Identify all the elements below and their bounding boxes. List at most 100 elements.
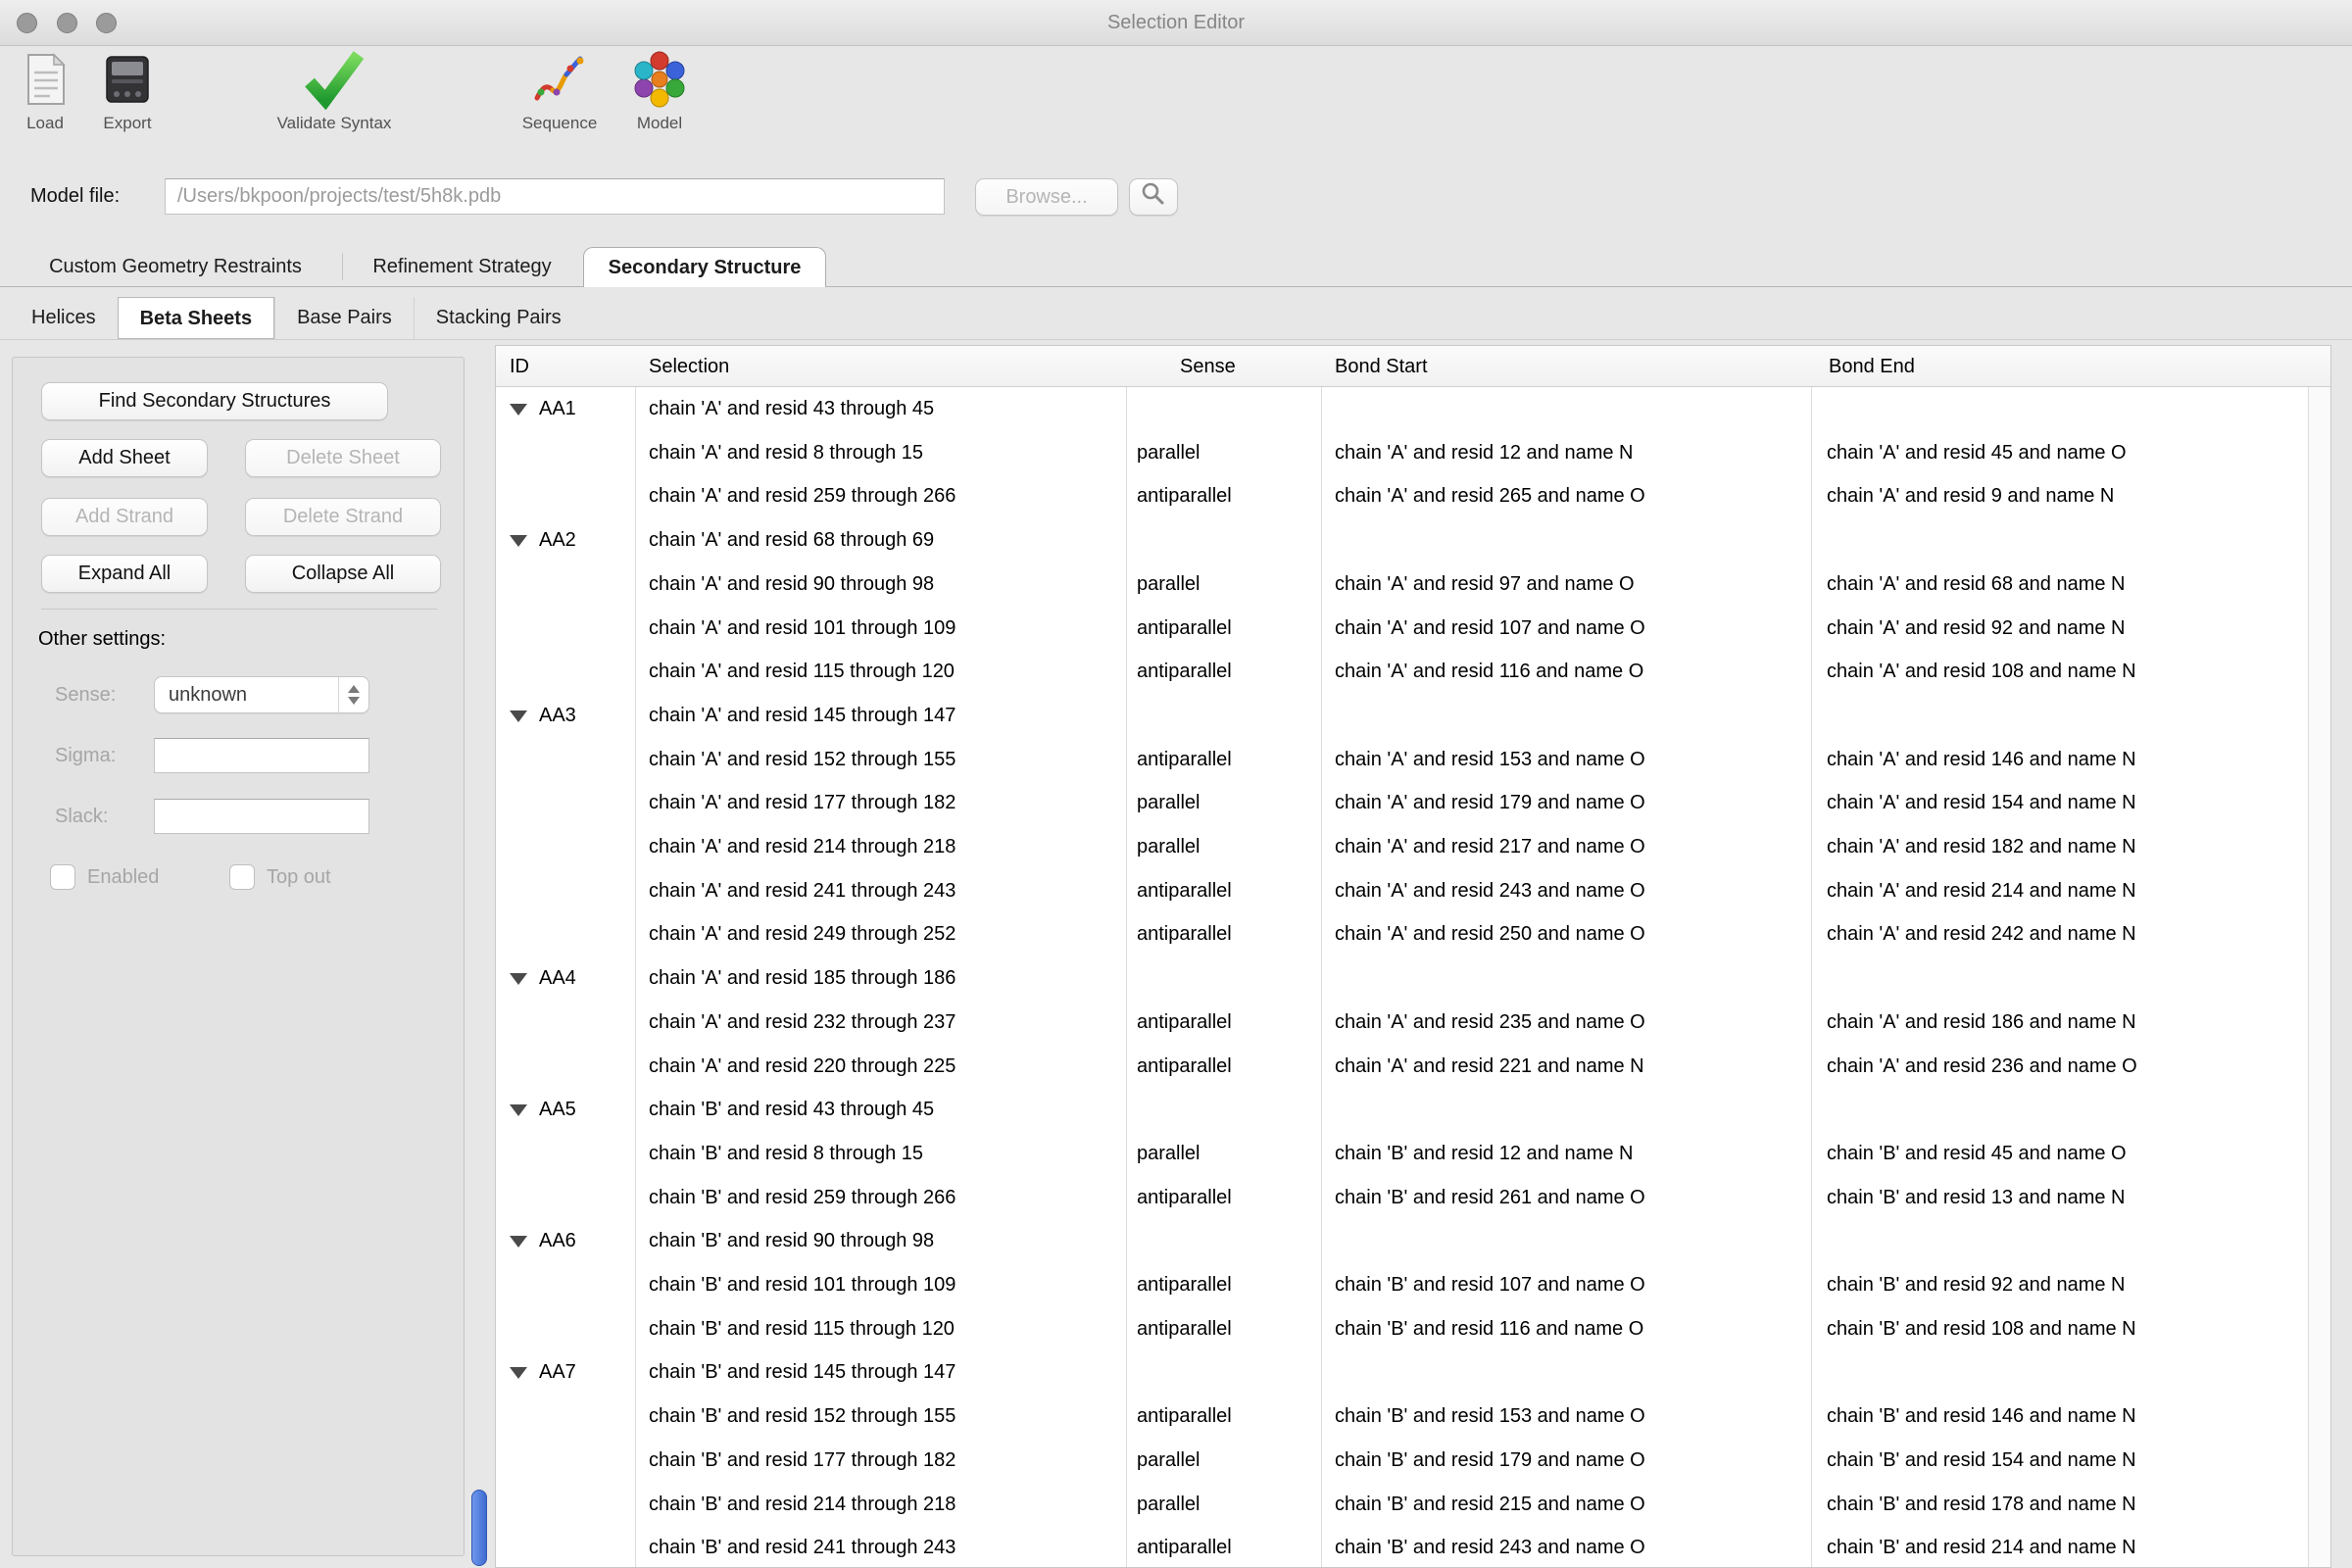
disclosure-triangle-icon[interactable] [510, 404, 527, 416]
table-row[interactable]: AA7chain 'B' and resid 145 through 147 [496, 1350, 2309, 1395]
cell-selection: chain 'A' and resid 214 through 218 [649, 825, 1119, 869]
column-header-selection[interactable]: Selection [649, 346, 729, 387]
table-row[interactable]: chain 'B' and resid 101 through 109antip… [496, 1263, 2309, 1307]
table-row[interactable]: chain 'A' and resid 259 through 266antip… [496, 474, 2309, 518]
enabled-label: Enabled [87, 866, 159, 889]
enabled-checkbox[interactable] [50, 864, 75, 890]
slack-input[interactable] [154, 799, 369, 834]
sheet-id: AA6 [539, 1219, 576, 1263]
table-row[interactable]: chain 'A' and resid 241 through 243antip… [496, 869, 2309, 913]
table-row[interactable]: chain 'A' and resid 220 through 225antip… [496, 1045, 2309, 1089]
cell-bond-end [1827, 387, 2303, 431]
cell-sense [1137, 956, 1318, 1001]
table-row[interactable]: AA2 chain 'A' and resid 68 through 69 [496, 518, 2309, 563]
cell-selection: chain 'A' and resid 177 through 182 [649, 781, 1119, 825]
cell-selection: chain 'B' and resid 90 through 98 [649, 1219, 1119, 1263]
model-file-input[interactable]: /Users/bkpoon/projects/test/5h8k.pdb [165, 178, 945, 215]
sheet-id: AA2 [539, 518, 576, 563]
table-row[interactable]: chain 'B' and resid 241 through 243antip… [496, 1526, 2309, 1568]
table-row[interactable]: AA5chain 'B' and resid 43 through 45 [496, 1088, 2309, 1132]
zoom-window-icon[interactable] [96, 13, 117, 33]
cell-bond-end: chain 'A' and resid 214 and name N [1827, 869, 2303, 913]
column-header-bond-start[interactable]: Bond Start [1335, 346, 1428, 387]
find-secondary-structures-button[interactable]: Find Secondary Structures [41, 382, 388, 420]
cell-sense: antiparallel [1137, 1395, 1318, 1439]
cell-bond-start [1335, 1219, 1805, 1263]
tab-custom-geometry-restraints[interactable]: Custom Geometry Restraints [24, 247, 327, 287]
cell-bond-start: chain 'A' and resid 235 and name O [1335, 1001, 1805, 1045]
top-out-checkbox[interactable] [229, 864, 255, 890]
tab-secondary-structure[interactable]: Secondary Structure [583, 247, 826, 287]
disclosure-triangle-icon[interactable] [510, 1104, 527, 1116]
table-row[interactable]: chain 'A' and resid 232 through 237antip… [496, 1001, 2309, 1045]
magnifier-icon [1141, 181, 1166, 213]
model-icon [601, 49, 718, 110]
cell-bond-start: chain 'B' and resid 107 and name O [1335, 1263, 1805, 1307]
cell-bond-start: chain 'B' and resid 116 and name O [1335, 1307, 1805, 1351]
table-row[interactable]: chain 'B' and resid 214 through 218paral… [496, 1483, 2309, 1527]
disclosure-triangle-icon[interactable] [510, 710, 527, 722]
disclosure-triangle-icon[interactable] [510, 973, 527, 985]
cell-bond-end: chain 'B' and resid 214 and name N [1827, 1526, 2303, 1568]
sense-dropdown[interactable]: unknown [154, 676, 369, 713]
cell-selection: chain 'A' and resid 152 through 155 [649, 738, 1119, 782]
cell-selection: chain 'A' and resid 68 through 69 [649, 518, 1119, 563]
export-button[interactable]: Export [69, 49, 186, 133]
vertical-scrollbar-thumb[interactable] [471, 1490, 487, 1566]
close-window-icon[interactable] [17, 13, 37, 33]
search-model-button[interactable] [1129, 178, 1178, 216]
add-sheet-button[interactable]: Add Sheet [41, 439, 208, 477]
table-row[interactable]: chain 'B' and resid 177 through 182paral… [496, 1439, 2309, 1483]
cell-sense: parallel [1137, 781, 1318, 825]
table-row[interactable]: chain 'B' and resid 8 through 15parallel… [496, 1132, 2309, 1176]
table-row[interactable]: AA6 chain 'B' and resid 90 through 98 [496, 1219, 2309, 1263]
table-row[interactable]: chain 'A' and resid 115 through 120antip… [496, 650, 2309, 694]
table-row[interactable]: chain 'A' and resid 152 through 155 antip… [496, 738, 2309, 782]
table-row[interactable]: chain 'A' and resid 90 through 98paralle… [496, 563, 2309, 607]
table-row[interactable]: chain 'B' and resid 259 through 266antip… [496, 1176, 2309, 1220]
cell-bond-start [1335, 1350, 1805, 1395]
cell-selection: chain 'A' and resid 43 through 45 [649, 387, 1119, 431]
expand-all-button[interactable]: Expand All [41, 555, 208, 593]
minimize-window-icon[interactable] [57, 13, 77, 33]
table-row[interactable]: chain 'A' and resid 249 through 252antip… [496, 912, 2309, 956]
model-button[interactable]: Model [601, 49, 718, 133]
cell-sense: antiparallel [1137, 1263, 1318, 1307]
column-header-sense[interactable]: Sense [1180, 346, 1236, 387]
table-row[interactable]: chain 'A' and resid 214 through 218paral… [496, 825, 2309, 869]
validate-syntax-button[interactable]: Validate Syntax [275, 49, 393, 133]
cell-bond-end: chain 'A' and resid 146 and name N [1827, 738, 2303, 782]
sheet-controls-panel: Find Secondary Structures Add Sheet Dele… [12, 357, 465, 1556]
subtab-helices[interactable]: Helices [10, 297, 118, 339]
collapse-all-button[interactable]: Collapse All [245, 555, 441, 593]
table-row[interactable]: AA4chain 'A' and resid 185 through 186 [496, 956, 2309, 1001]
column-header-id[interactable]: ID [510, 346, 529, 387]
table-vertical-scrollbar[interactable] [2308, 387, 2331, 1567]
table-row[interactable]: chain 'B' and resid 115 through 120antip… [496, 1307, 2309, 1351]
cell-bond-end: chain 'A' and resid 9 and name N [1827, 474, 2303, 518]
tab-refinement-strategy[interactable]: Refinement Strategy [357, 247, 567, 287]
column-header-bond-end[interactable]: Bond End [1829, 346, 1915, 387]
table-row[interactable]: AA3chain 'A' and resid 145 through 147 [496, 694, 2309, 738]
table-row[interactable]: chain 'A' and resid 101 through 109antip… [496, 607, 2309, 651]
table-row[interactable]: chain 'B' and resid 152 through 155antip… [496, 1395, 2309, 1439]
cell-selection: chain 'B' and resid 241 through 243 [649, 1526, 1119, 1568]
subtab-beta-sheets[interactable]: Beta Sheets [118, 297, 275, 339]
disclosure-triangle-icon[interactable] [510, 535, 527, 547]
cell-selection: chain 'A' and resid 115 through 120 [649, 650, 1119, 694]
subtab-base-pairs[interactable]: Base Pairs [274, 297, 414, 339]
disclosure-triangle-icon[interactable] [510, 1367, 527, 1379]
table-row[interactable]: chain 'A' and resid 8 through 15parallel… [496, 431, 2309, 475]
cell-selection: chain 'A' and resid 232 through 237 [649, 1001, 1119, 1045]
cell-bond-start: chain 'A' and resid 179 and name O [1335, 781, 1805, 825]
subtab-stacking-pairs[interactable]: Stacking Pairs [414, 297, 583, 339]
title-bar: Selection Editor [0, 0, 2352, 46]
sheet-id: AA7 [539, 1350, 576, 1395]
disclosure-triangle-icon[interactable] [510, 1236, 527, 1248]
table-row[interactable]: AA1chain 'A' and resid 43 through 45 [496, 387, 2309, 431]
sheet-id: AA5 [539, 1088, 576, 1132]
cell-sense: antiparallel [1137, 738, 1318, 782]
cell-selection: chain 'B' and resid 214 through 218 [649, 1483, 1119, 1527]
sigma-input[interactable] [154, 738, 369, 773]
table-row[interactable]: chain 'A' and resid 177 through 182 paral… [496, 781, 2309, 825]
